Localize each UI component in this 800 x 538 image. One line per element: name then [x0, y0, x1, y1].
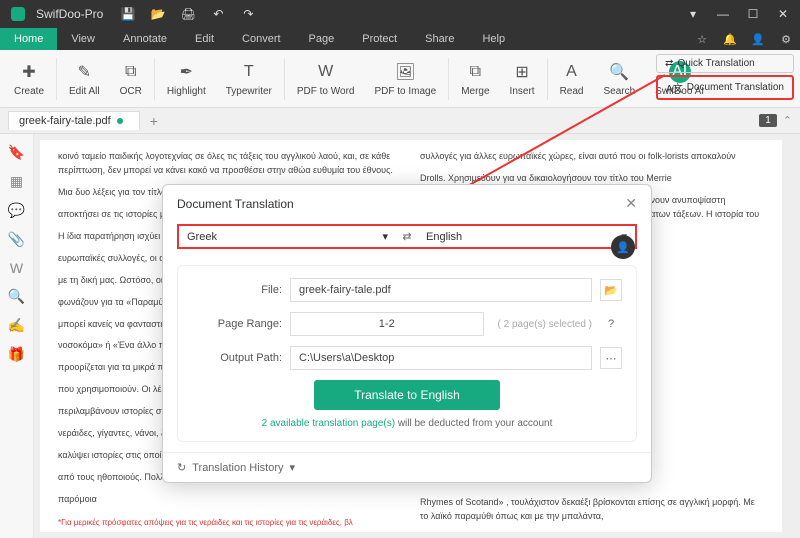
range-label: Page Range: [192, 318, 282, 330]
left-sidebar: 🔖 ▦ 💬 📎 W 🔍 ✍ 🎁 [0, 134, 34, 538]
target-lang-select[interactable]: English▾ [426, 230, 627, 243]
tab-view[interactable]: View [57, 28, 109, 50]
tab-protect[interactable]: Protect [348, 28, 411, 50]
file-input[interactable]: greek-fairy-tale.pdf [290, 278, 592, 302]
thumbnails-icon[interactable]: ▦ [10, 173, 23, 190]
browse-file-icon[interactable]: 📂 [600, 279, 622, 301]
output-label: Output Path: [192, 352, 282, 364]
new-tab-button[interactable]: + [150, 113, 158, 129]
page-range-input[interactable]: 1-2 [290, 312, 484, 336]
merge-icon: ⧉ [464, 61, 486, 83]
language-selector: Greek▾ ⇄ English▾ [177, 224, 637, 249]
page-indicator: 1 [759, 114, 777, 127]
tab-annotate[interactable]: Annotate [109, 28, 181, 50]
titlebar: SwifDoo-Pro 💾 📂 🖨 ↶ ↷ ▾ — ☐ ✕ [0, 0, 800, 28]
open-icon[interactable]: 📂 [145, 1, 171, 27]
swap-lang-icon[interactable]: ⇄ [396, 230, 418, 243]
close-icon[interactable]: ✕ [770, 1, 796, 27]
tab-convert[interactable]: Convert [228, 28, 295, 50]
history-icon: ↻ [177, 461, 186, 474]
search-icon: 🔍 [608, 61, 630, 83]
quick-translation-button[interactable]: ⇄Quick Translation [656, 54, 794, 73]
user-icon[interactable]: 👤 [744, 28, 772, 50]
caret-icon[interactable]: ▾ [680, 1, 706, 27]
pdfword-icon: W [315, 61, 337, 83]
scrollbar[interactable] [788, 134, 800, 538]
create-button[interactable]: ✚Create [4, 59, 54, 99]
translation-history-button[interactable]: ↻ Translation History ▾ [163, 452, 651, 482]
pdfimg-icon: 🖼 [394, 61, 416, 83]
ribbon: ✚Create ✎Edit All ⧉OCR ✒Highlight TTypew… [0, 50, 800, 108]
active-doc-tab[interactable]: greek-fairy-tale.pdf [8, 111, 140, 130]
minimize-icon[interactable]: — [710, 1, 736, 27]
app-title: SwifDoo-Pro [36, 7, 103, 21]
output-path-input[interactable]: C:\Users\a\Desktop [290, 346, 592, 370]
user-avatar[interactable]: 👤 [611, 235, 635, 259]
undo-icon[interactable]: ↶ [205, 1, 231, 27]
editall-button[interactable]: ✎Edit All [59, 59, 110, 99]
comment-icon[interactable]: 💬 [8, 202, 25, 219]
print-icon[interactable]: 🖨 [175, 1, 201, 27]
tab-share[interactable]: Share [411, 28, 468, 50]
deduction-notice: 2 available translation page(s) will be … [192, 418, 622, 429]
modal-title: Document Translation [177, 197, 294, 211]
insert-button[interactable]: ⊞Insert [500, 59, 545, 99]
attachment-icon[interactable]: 📎 [8, 231, 25, 248]
doc-icon: A文 [666, 80, 683, 95]
menu-tabs: Home View Annotate Edit Convert Page Pro… [0, 28, 800, 50]
create-icon: ✚ [18, 61, 40, 83]
browse-folder-icon[interactable]: ⋯ [600, 347, 622, 369]
tab-page[interactable]: Page [295, 28, 349, 50]
maximize-icon[interactable]: ☐ [740, 1, 766, 27]
ocr-icon: ⧉ [120, 61, 142, 83]
insert-icon: ⊞ [511, 61, 533, 83]
read-button[interactable]: ARead [550, 59, 594, 99]
tab-help[interactable]: Help [468, 28, 519, 50]
document-translation-modal: Document Translation ✕ Greek▾ ⇄ English▾… [162, 184, 652, 483]
tab-edit[interactable]: Edit [181, 28, 228, 50]
editall-icon: ✎ [73, 61, 95, 83]
highlight-button[interactable]: ✒Highlight [157, 59, 216, 99]
ocr-button[interactable]: ⧉OCR [110, 59, 152, 99]
app-logo [10, 6, 26, 22]
translate-button[interactable]: Translate to English [314, 380, 500, 410]
bell-icon[interactable]: 🔔 [716, 28, 744, 50]
typewriter-icon: T [238, 61, 260, 83]
pdfword-button[interactable]: WPDF to Word [287, 59, 365, 99]
merge-button[interactable]: ⧉Merge [451, 59, 499, 99]
modal-close-icon[interactable]: ✕ [625, 195, 637, 212]
highlight-icon: ✒ [175, 61, 197, 83]
document-tabs: greek-fairy-tale.pdf + 1 ⌃ [0, 108, 800, 134]
chevron-down-icon: ▾ [290, 461, 296, 474]
read-icon: A [561, 61, 583, 83]
globe-icon: ⇄ [665, 58, 673, 69]
gift-icon[interactable]: 🎁 [8, 346, 25, 363]
modified-dot-icon [117, 118, 123, 124]
sign-icon[interactable]: ✍ [8, 317, 25, 334]
chevron-up-icon[interactable]: ⌃ [783, 114, 792, 127]
gear-icon[interactable]: ⚙ [772, 28, 800, 50]
help-icon[interactable]: ? [600, 313, 622, 335]
document-translation-button[interactable]: A文Document Translation [656, 75, 794, 100]
typewriter-button[interactable]: TTypewriter [216, 59, 282, 99]
tab-home[interactable]: Home [0, 28, 57, 50]
search-button[interactable]: 🔍Search [593, 59, 645, 99]
w-icon[interactable]: W [10, 260, 23, 276]
range-hint: ( 2 page(s) selected ) [498, 319, 593, 330]
chevron-down-icon: ▾ [382, 230, 388, 243]
translate-icon[interactable]: ☆ [688, 28, 716, 50]
file-label: File: [192, 284, 282, 296]
redo-icon[interactable]: ↷ [235, 1, 261, 27]
find-icon[interactable]: 🔍 [8, 288, 25, 305]
save-icon[interactable]: 💾 [115, 1, 141, 27]
bookmark-icon[interactable]: 🔖 [8, 144, 25, 161]
source-lang-select[interactable]: Greek▾ [187, 230, 388, 243]
pdfimg-button[interactable]: 🖼PDF to Image [364, 59, 446, 99]
